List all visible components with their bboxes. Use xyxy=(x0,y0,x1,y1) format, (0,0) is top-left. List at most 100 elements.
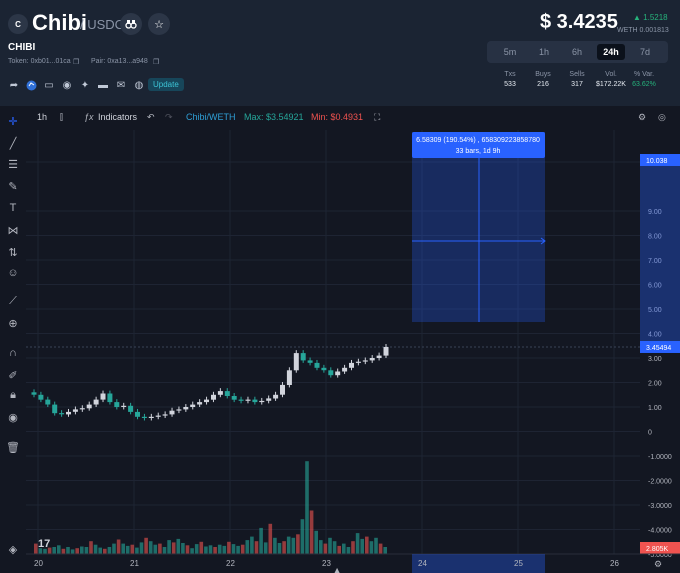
time-range-band xyxy=(412,554,545,573)
max-price: Max: $3.54921 xyxy=(244,112,304,122)
candle-body xyxy=(93,399,99,405)
volume-bar xyxy=(351,541,355,554)
candle-body xyxy=(252,399,258,403)
settings-icon[interactable]: ⚙ xyxy=(638,112,646,123)
crosshair-icon[interactable]: ✛ xyxy=(6,114,20,128)
candle-body xyxy=(245,399,251,401)
candle-body xyxy=(38,394,44,400)
binoculars-icon[interactable] xyxy=(120,13,142,35)
y-tick-label: 2.00 xyxy=(648,381,662,388)
candle-type-icon[interactable]: ⫿ xyxy=(60,112,63,123)
volume-bar xyxy=(273,537,277,554)
volume-bar xyxy=(84,547,89,554)
email-icon[interactable]: ✉ xyxy=(115,79,127,91)
trading-chart[interactable]: 6.58309 (190.54%) , 658309223858780 33 ba… xyxy=(0,106,680,573)
volume-bar xyxy=(360,538,364,554)
forecast-icon[interactable]: ⇅ xyxy=(6,245,20,259)
candle-body xyxy=(211,394,216,400)
volume-bar xyxy=(176,538,181,554)
stat-buys: Buys 216 xyxy=(526,71,560,88)
candle-body xyxy=(369,358,375,361)
volume-bar xyxy=(89,541,93,554)
copy-icon[interactable]: ❐ xyxy=(153,58,159,66)
drawing-toolbar: ✛ ╱ ☰ ✎ T ⋈ ⇅ ☺ ⟋ ⊕ ∩ ✐ 🔒︎ ◉ 🗑︎ ◈ xyxy=(0,106,26,573)
timeframe-6h[interactable]: 6h xyxy=(563,44,591,60)
stat-label: Sells xyxy=(569,71,585,78)
indicators-button[interactable]: Indicators xyxy=(98,112,137,122)
candle-body xyxy=(314,362,320,368)
volume-bar xyxy=(103,548,107,554)
trendline-icon[interactable]: ╱ xyxy=(6,136,20,150)
candle-body xyxy=(79,408,85,410)
price-change: ▲ 1.5218 xyxy=(633,13,668,22)
y-tick-label: -2.0000 xyxy=(648,479,672,486)
share-icon[interactable]: ➦ xyxy=(8,79,20,91)
candle-body xyxy=(224,391,230,396)
brush-icon[interactable]: ✎ xyxy=(6,179,20,193)
timeframe-7d[interactable]: 7d xyxy=(631,44,659,60)
timeframe-24h[interactable]: 24h xyxy=(597,44,625,60)
volume-bar xyxy=(383,547,387,554)
volume-bar xyxy=(268,523,273,554)
chart-canvas[interactable]: 6.58309 (190.54%) , 658309223858780 33 ba… xyxy=(0,106,680,573)
volume-bar xyxy=(135,547,139,554)
layers-icon[interactable]: ◈ xyxy=(6,542,20,556)
price-usd: $ 3.4235 xyxy=(540,11,618,33)
chain-icon[interactable] xyxy=(25,79,37,91)
volume-bar xyxy=(52,547,56,554)
ruler-icon[interactable]: ⟋ xyxy=(6,294,20,308)
volume-bar xyxy=(342,543,346,554)
magnet-icon[interactable]: ∩ xyxy=(6,346,20,360)
volume-bar xyxy=(369,541,374,554)
stat-volume: Vol. $172.22K xyxy=(594,71,628,88)
candle-body xyxy=(321,367,327,371)
pattern-icon[interactable]: ⋈ xyxy=(6,223,20,237)
eye-icon[interactable]: ◉ xyxy=(6,410,20,424)
volume-bar xyxy=(190,548,194,554)
pair-address: Pair: 0xa13...a948 xyxy=(91,58,148,65)
candle-body xyxy=(190,404,196,407)
stat-value: 317 xyxy=(571,81,583,88)
fullscreen-icon[interactable]: ⛶ xyxy=(374,112,380,123)
text-icon[interactable]: T xyxy=(6,201,20,215)
volume-bar xyxy=(130,544,135,554)
discord-icon[interactable]: ◍ xyxy=(133,79,145,91)
twitter-icon[interactable]: ✦ xyxy=(79,79,91,91)
zoom-in-icon[interactable]: ⊕ xyxy=(6,316,20,330)
candle-body xyxy=(293,353,299,371)
volume-bar xyxy=(121,543,125,554)
timeframe-5m[interactable]: 5m xyxy=(496,44,524,60)
emoji-icon[interactable]: ☺ xyxy=(6,266,20,280)
volume-bar xyxy=(296,534,300,554)
candle-body xyxy=(176,409,182,411)
telegram-icon[interactable]: ◉ xyxy=(61,79,73,91)
candle-body xyxy=(342,367,348,372)
star-icon[interactable]: ☆ xyxy=(148,13,170,35)
interval-button[interactable]: 1h xyxy=(37,112,47,122)
stat-label: Vol. xyxy=(605,71,617,78)
undo-icon[interactable]: ↶ xyxy=(147,112,155,123)
stat-variation: % Var. 63.62% xyxy=(627,71,661,88)
stat-sells: Sells 317 xyxy=(560,71,594,88)
candle-body xyxy=(52,404,58,414)
tradingview-logo: 17 xyxy=(38,538,50,550)
fx-icon[interactable]: ƒx xyxy=(84,112,94,122)
stat-txs: Txs 533 xyxy=(493,71,527,88)
y-tick-label: 3.00 xyxy=(648,356,662,363)
candle-body xyxy=(86,404,92,409)
y-tick-label: 0 xyxy=(648,430,652,437)
update-button[interactable]: Update xyxy=(148,78,184,91)
timeframe-1h[interactable]: 1h xyxy=(530,44,558,60)
redo-icon[interactable]: ↷ xyxy=(165,112,173,123)
monitor-icon[interactable]: ▬ xyxy=(97,79,109,91)
x-tick-label: 24 xyxy=(418,559,427,568)
lock-icon[interactable]: 🔒︎ xyxy=(6,388,20,402)
globe-icon[interactable]: ▭ xyxy=(43,79,55,91)
snapshot-icon[interactable]: ◎ xyxy=(658,112,666,123)
stay-in-drawing-icon[interactable]: ✐ xyxy=(6,368,20,382)
copy-icon[interactable]: ❐ xyxy=(73,58,79,66)
volume-bar xyxy=(144,537,148,554)
x-tick-label: 20 xyxy=(34,559,43,568)
horizontal-lines-icon[interactable]: ☰ xyxy=(6,157,20,171)
trash-icon[interactable]: 🗑︎ xyxy=(6,440,20,454)
